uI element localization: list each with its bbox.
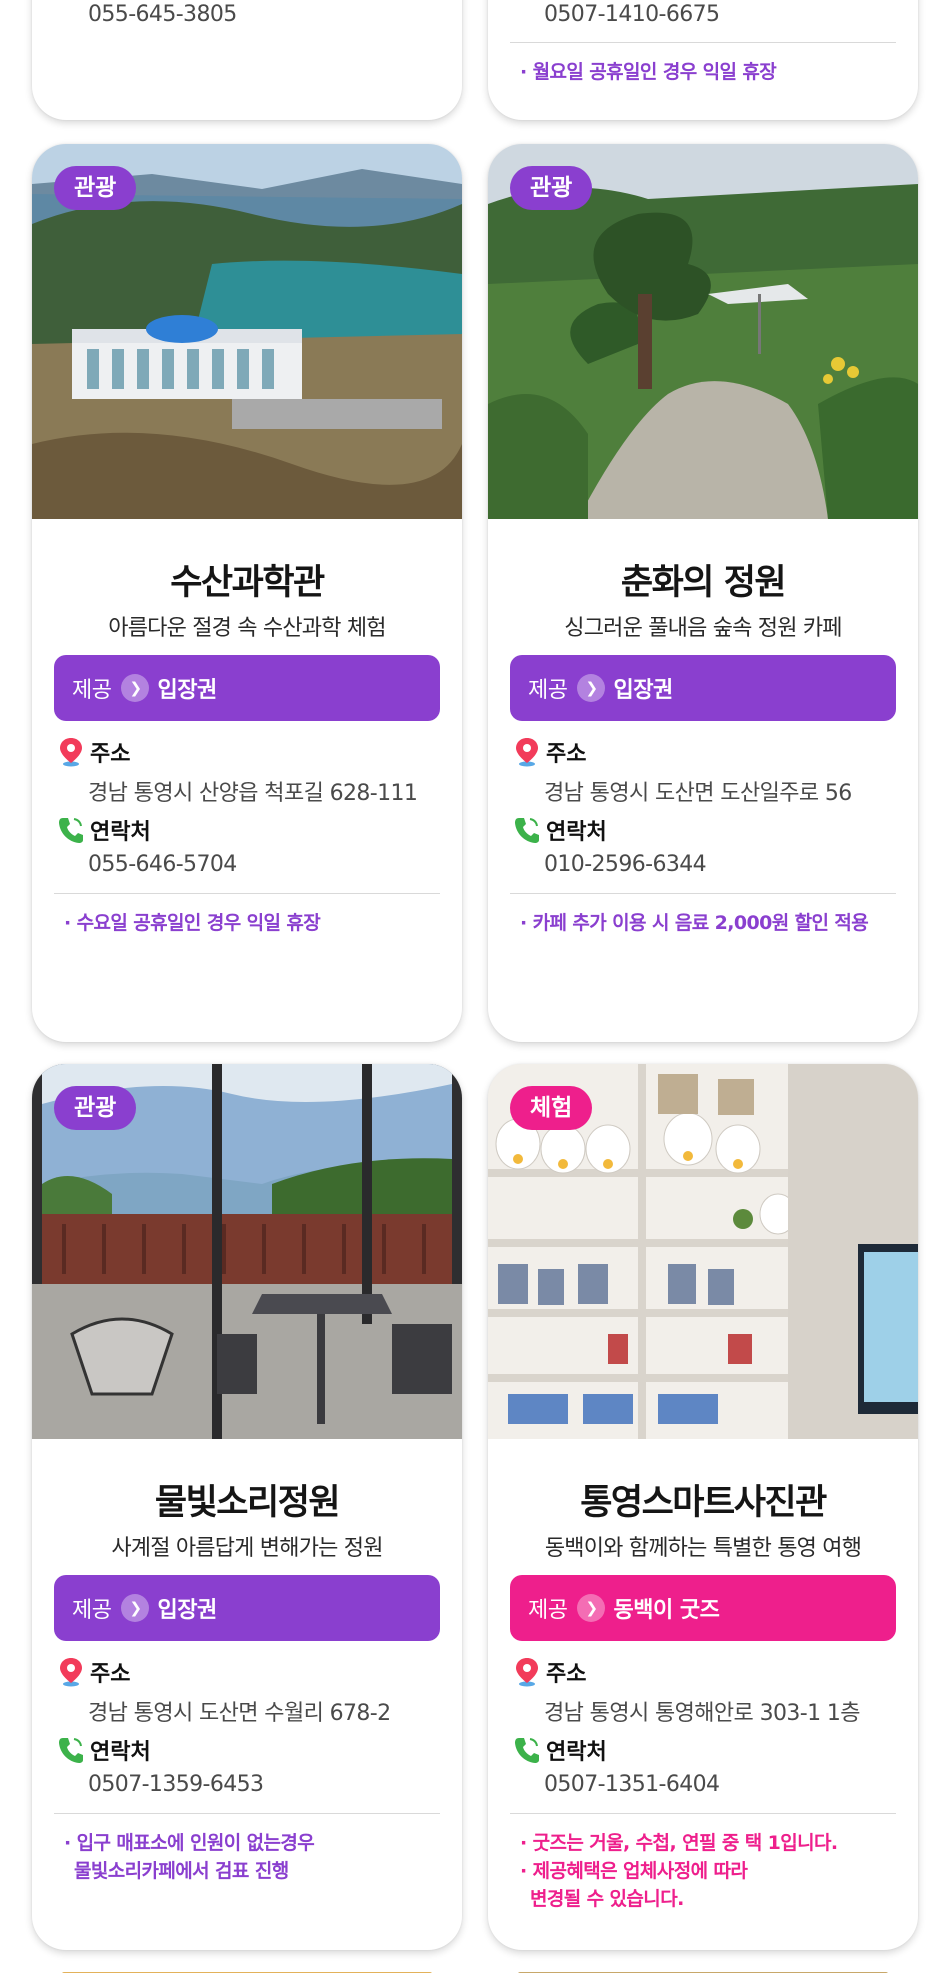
chevron-right-icon: ❯	[121, 674, 150, 702]
venue-tagline: 싱그러운 풀내음 숲속 정원 카페	[564, 616, 842, 641]
location-pin-icon	[60, 1658, 82, 1687]
venue-tagline: 동백이와 함께하는 특별한 통영 여행	[544, 1536, 862, 1561]
offer-item: 입장권	[613, 678, 673, 703]
contact-label: 연락처	[514, 1734, 607, 1766]
address-label: 주소	[514, 736, 586, 768]
offer-prefix: 제공	[528, 678, 568, 703]
notice-text: · 입구 매표소에 인원이 없는경우 물빛소리카페에서 검표 진행	[64, 1832, 315, 1882]
location-pin-icon	[516, 1658, 538, 1687]
address-label: 주소	[514, 1656, 586, 1688]
phone-icon	[515, 1738, 539, 1763]
contact-label: 연락처	[58, 814, 151, 846]
chevron-right-icon: ❯	[577, 1594, 606, 1622]
venue-name: 물빛소리정원	[154, 1483, 341, 1523]
offer-item: 입장권	[157, 678, 217, 703]
venue-card-top-right[interactable]: 0507-1410-6675 · 월요일 공휴일인 경우 익일 휴장	[488, 0, 918, 120]
contact-phone: 0507-1359-6453	[88, 1772, 264, 1797]
phone-icon	[515, 818, 539, 843]
contact-phone: 055-645-3805	[88, 2, 237, 27]
offer-banner[interactable]: 제공 ❯ 입장권	[510, 655, 896, 721]
category-badge: 관광	[510, 166, 593, 210]
venue-name: 통영스마트사진관	[580, 1483, 827, 1523]
venue-card[interactable]: 체험 통영스마트사진관 동백이와 함께하는 특별한 통영 여행 제공 ❯ 동백이…	[488, 1064, 918, 1950]
offer-banner[interactable]: 제공 ❯ 입장권	[54, 1575, 440, 1641]
venue-tagline: 아름다운 절경 속 수산과학 체험	[108, 616, 386, 641]
offer-banner[interactable]: 제공 ❯ 동백이 굿즈	[510, 1575, 896, 1641]
notice-text: · 월요일 공휴일인 경우 익일 휴장	[520, 61, 777, 83]
address-value: 경남 통영시 도산면 수월리 678-2	[88, 1701, 391, 1726]
divider	[510, 42, 896, 43]
offer-prefix: 제공	[72, 678, 112, 703]
notice-text: · 굿즈는 거울, 수첩, 연필 중 택 1입니다. · 제공혜택은 업체사정에…	[520, 1832, 838, 1910]
divider	[54, 893, 440, 894]
address-label: 주소	[58, 1656, 130, 1688]
address-value: 경남 통영시 통영해안로 303-1 1층	[544, 1701, 861, 1726]
category-badge: 관광	[54, 166, 137, 210]
address-label: 주소	[58, 736, 130, 768]
phone-icon	[59, 818, 83, 843]
category-badge: 관광	[54, 1086, 137, 1130]
location-pin-icon	[516, 738, 538, 767]
offer-prefix: 제공	[528, 1598, 568, 1623]
offer-prefix: 제공	[72, 1598, 112, 1623]
notice-text: · 카페 추가 이용 시 음료 2,000원 할인 적용	[520, 912, 869, 934]
offer-item: 동백이 굿즈	[613, 1598, 720, 1623]
divider	[54, 1813, 440, 1814]
contact-label: 연락처	[514, 814, 607, 846]
contact-phone: 0507-1351-6404	[544, 1772, 720, 1797]
venue-card[interactable]: 관광 춘화의 정원 싱그러운 풀내음 숲속 정원 카페 제공 ❯ 입장권 주소 …	[488, 144, 918, 1042]
next-card-edge	[32, 1962, 462, 1973]
venue-card[interactable]: 관광 물빛소리정원 사계절 아름답게 변해가는 정원 제공 ❯ 입장권 주소 경…	[32, 1064, 462, 1950]
contact-label: 연락처	[58, 1734, 151, 1766]
venue-card-top-left[interactable]: 055-645-3805	[32, 0, 462, 120]
address-value: 경남 통영시 도산면 도산일주로 56	[544, 781, 852, 806]
next-card-edge	[488, 1962, 918, 1973]
venue-card[interactable]: 관광 수산과학관 아름다운 절경 속 수산과학 체험 제공 ❯ 입장권 주소 경…	[32, 144, 462, 1042]
contact-phone: 055-646-5704	[88, 852, 237, 877]
venue-tagline: 사계절 아름답게 변해가는 정원	[111, 1536, 383, 1561]
offer-item: 입장권	[157, 1598, 217, 1623]
venue-name: 수산과학관	[170, 563, 325, 603]
chevron-right-icon: ❯	[577, 674, 606, 702]
venue-name: 춘화의 정원	[620, 563, 787, 603]
address-value: 경남 통영시 산양읍 척포길 628-111	[88, 781, 418, 806]
category-badge: 체험	[510, 1086, 593, 1130]
contact-phone: 0507-1410-6675	[544, 2, 720, 27]
offer-banner[interactable]: 제공 ❯ 입장권	[54, 655, 440, 721]
contact-phone: 010-2596-6344	[544, 852, 707, 877]
location-pin-icon	[60, 738, 82, 767]
phone-icon	[59, 1738, 83, 1763]
chevron-right-icon: ❯	[121, 1594, 150, 1622]
divider	[510, 893, 896, 894]
divider	[510, 1813, 896, 1814]
notice-text: · 수요일 공휴일인 경우 익일 휴장	[64, 912, 321, 934]
